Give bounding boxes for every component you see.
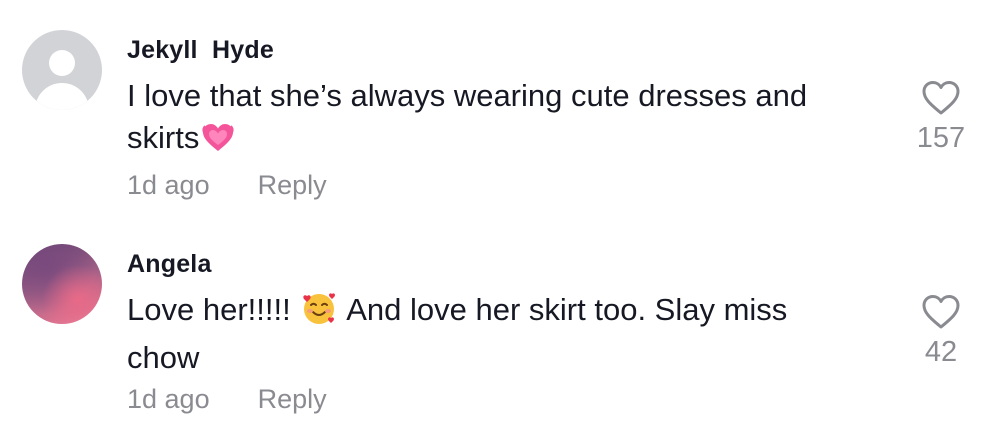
user-avatar[interactable] [22,244,102,324]
reply-button[interactable]: Reply [258,170,327,201]
avatar-head-shape [49,50,75,76]
like-count: 157 [916,122,966,154]
comment-item: Jekyll Hyde I love that she’s always wea… [0,0,1008,214]
like-button[interactable]: 157 [908,80,974,155]
comment-username[interactable]: Jekyll Hyde [127,36,274,65]
smiling-face-with-hearts-emoji [301,290,337,337]
comment-username[interactable]: Angela [127,250,212,279]
comment-timestamp: 1d ago [127,170,210,200]
comment-meta: 1d ago Reply [127,384,327,415]
reply-button[interactable]: Reply [258,384,327,415]
avatar-body-shape [35,83,89,110]
comment-text: Love her!!!!! And love her skirt too. Sl… [127,289,867,379]
pink-heart-emoji [201,122,235,165]
comment-text: I love that she’s always wearing cute dr… [127,75,867,165]
comment-timestamp: 1d ago [127,384,210,414]
comment-meta: 1d ago Reply [127,170,327,201]
comment-item: Angela Love her!!!!! And love her skirt … [0,214,1008,428]
heart-outline-icon [922,295,960,329]
like-count: 42 [924,336,958,368]
like-button[interactable]: 42 [908,294,974,369]
user-avatar[interactable] [22,30,102,110]
comment-text-content: Love her!!!!! [127,292,291,327]
heart-outline-icon [922,81,960,115]
